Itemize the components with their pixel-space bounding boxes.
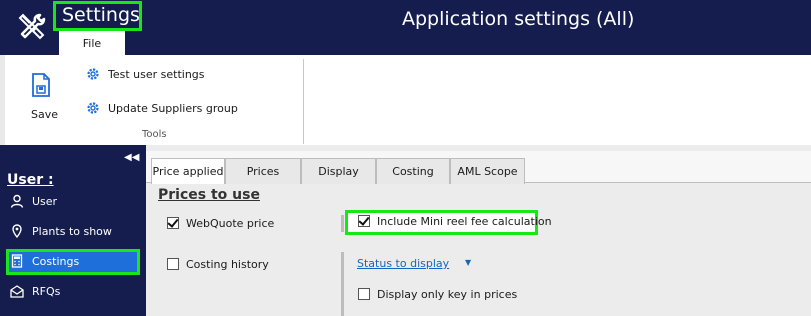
- tab-display-mode[interactable]: Display mode: [301, 158, 376, 204]
- gear-icon: [86, 67, 100, 81]
- divider: [341, 215, 344, 232]
- ribbon-separator: [303, 59, 304, 144]
- mini-reel-fee-checkbox[interactable]: Include Mini reel fee calculation: [358, 213, 552, 231]
- sidebar-item-costings[interactable]: Costings: [6, 249, 140, 275]
- sidebar-heading: User :: [7, 172, 54, 188]
- save-button[interactable]: Save: [31, 108, 58, 121]
- webquote-price-checkbox[interactable]: WebQuote price: [167, 215, 274, 233]
- costing-history-checkbox[interactable]: Costing history: [167, 256, 269, 274]
- person-icon: [10, 192, 24, 208]
- map-pin-icon: [10, 222, 24, 239]
- sidebar-item-plants-to-show[interactable]: Plants to show: [6, 219, 140, 245]
- test-user-settings-label: Test user settings: [108, 68, 205, 81]
- update-suppliers-group-button[interactable]: Update Suppliers group: [86, 100, 238, 118]
- display-only-key-checkbox[interactable]: Display only key in prices: [358, 286, 517, 304]
- file-tab[interactable]: File: [59, 31, 125, 56]
- sidebar-item-label: Costings: [32, 255, 80, 268]
- calculator-icon: [10, 254, 24, 268]
- chevron-down-icon[interactable]: ▼: [465, 258, 471, 267]
- sidebar-item-label: RFQs: [32, 285, 61, 298]
- checkbox[interactable]: [358, 288, 370, 300]
- checkbox[interactable]: [167, 258, 179, 270]
- checkbox-label: WebQuote price: [186, 217, 275, 230]
- tab-price-applied[interactable]: Price applied: [151, 158, 225, 185]
- mail-open-icon: [10, 282, 24, 298]
- sidebar-item-label: User: [32, 195, 58, 208]
- wrench-icon[interactable]: [14, 9, 50, 45]
- sidebar-item-user[interactable]: User: [6, 189, 140, 215]
- test-user-settings-button[interactable]: Test user settings: [86, 66, 205, 84]
- tab-prices-validity[interactable]: Prices Validity: [225, 158, 301, 204]
- status-to-display-link[interactable]: Status to display: [357, 257, 449, 270]
- sidebar-item-label: Plants to show: [32, 225, 112, 238]
- tab-costing[interactable]: Costing: [376, 158, 450, 184]
- page-title: Application settings (All): [402, 8, 635, 30]
- app-title: Settings: [53, 1, 142, 31]
- ribbon-group-label: Tools: [142, 129, 167, 140]
- sidebar-item-rfqs[interactable]: RFQs: [6, 279, 140, 305]
- divider: [341, 252, 344, 316]
- checkbox[interactable]: [167, 217, 179, 229]
- tab-aml-scope[interactable]: AML Scope: [450, 158, 525, 184]
- section-title: Prices to use: [158, 187, 260, 203]
- gear-icon: [86, 101, 100, 115]
- update-suppliers-group-label: Update Suppliers group: [108, 102, 238, 115]
- checkbox[interactable]: [358, 215, 370, 227]
- checkbox-label: Costing history: [186, 258, 269, 271]
- checkbox-label: Display only key in prices: [377, 288, 518, 301]
- save-icon[interactable]: [30, 72, 52, 98]
- checkbox-label: Include Mini reel fee calculation: [377, 215, 552, 228]
- collapse-icon[interactable]: ◀◀: [124, 152, 139, 163]
